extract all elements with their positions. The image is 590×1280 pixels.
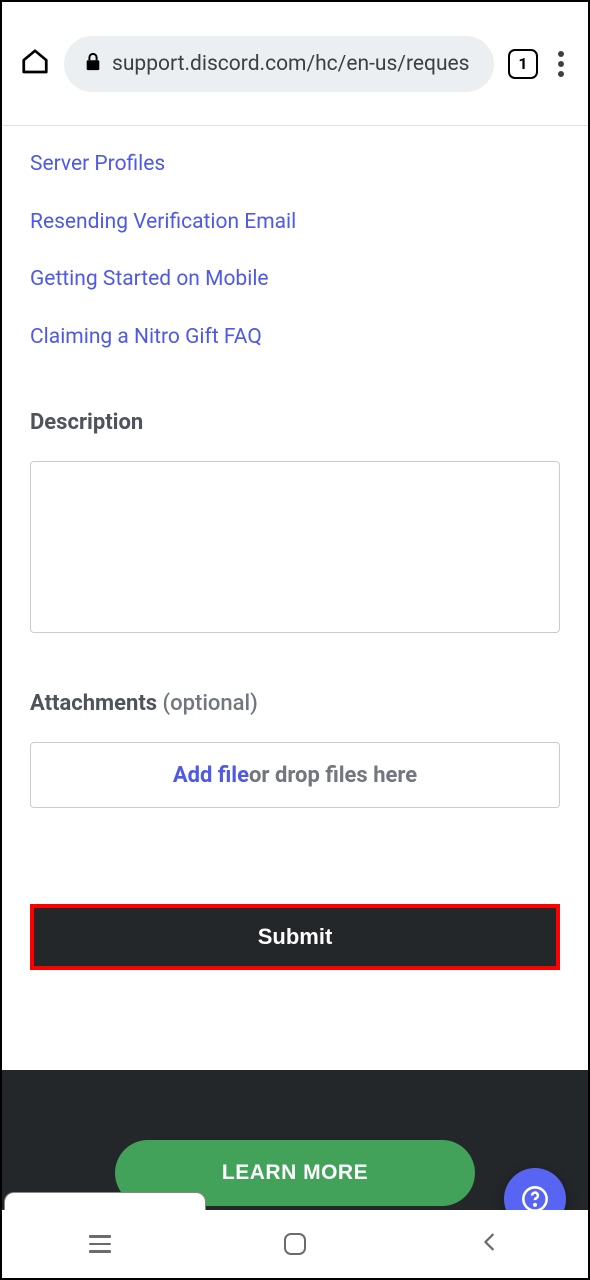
attachment-dropzone[interactable]: Add file or drop files here	[30, 742, 560, 808]
lock-icon	[84, 52, 102, 76]
footer: LEARN MORE	[2, 1070, 588, 1210]
help-fab-button[interactable]	[504, 1168, 566, 1210]
home-button[interactable]	[284, 1233, 306, 1255]
partial-overlay-tab	[4, 1192, 206, 1210]
url-text: support.discord.com/hc/en-us/reques	[112, 52, 470, 76]
tab-count-button[interactable]: 1	[508, 49, 538, 79]
help-link[interactable]: Resending Verification Email	[30, 194, 560, 252]
browser-address-bar: support.discord.com/hc/en-us/reques 1	[2, 2, 588, 126]
recent-apps-button[interactable]	[89, 1235, 111, 1253]
help-link[interactable]: Claiming a Nitro Gift FAQ	[30, 309, 560, 367]
page-content: Server Profiles Resending Verification E…	[2, 126, 588, 1210]
help-link[interactable]: Server Profiles	[30, 136, 560, 194]
submit-highlight: Submit	[30, 904, 560, 970]
url-bar[interactable]: support.discord.com/hc/en-us/reques	[64, 36, 494, 92]
help-link[interactable]: Getting Started on Mobile	[30, 251, 560, 309]
description-label: Description	[30, 410, 560, 435]
description-textarea[interactable]	[30, 461, 560, 633]
system-nav-bar	[2, 1210, 588, 1278]
menu-dots-icon[interactable]	[552, 51, 570, 77]
submit-button[interactable]: Submit	[34, 908, 556, 966]
home-icon[interactable]	[20, 47, 50, 81]
back-button[interactable]	[479, 1231, 501, 1257]
add-file-link[interactable]: Add file	[173, 763, 249, 788]
attachments-label: Attachments (optional)	[30, 691, 560, 716]
